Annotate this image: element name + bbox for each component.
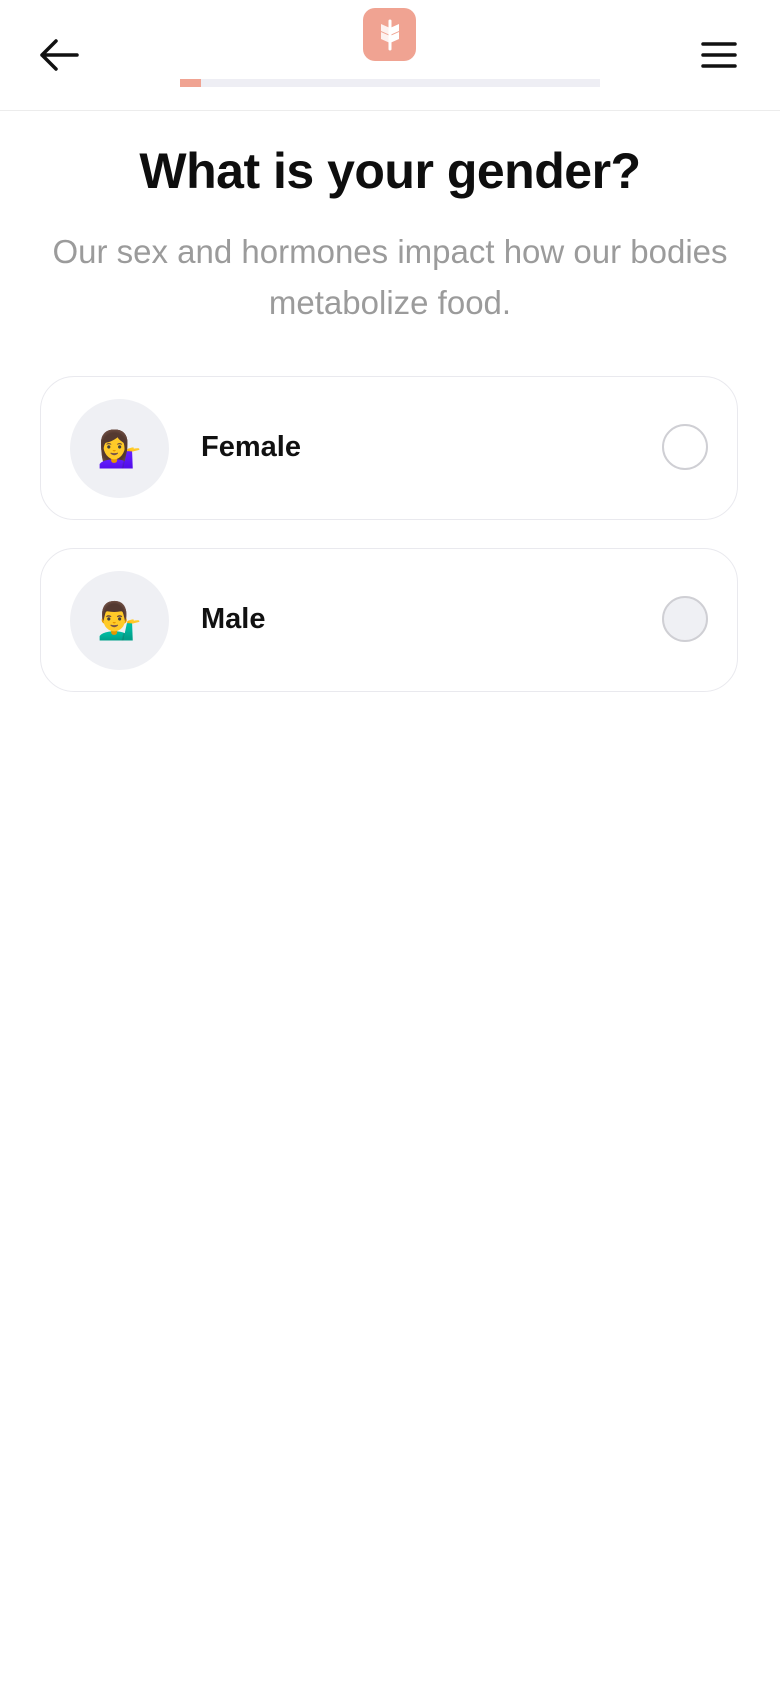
female-radio-button[interactable]: [662, 424, 708, 470]
progress-bar: [180, 79, 600, 87]
option-female[interactable]: 💁‍♀️ Female: [40, 376, 738, 520]
option-male-label: Male: [201, 603, 266, 635]
option-female-label: Female: [201, 431, 301, 463]
hamburger-menu-icon: [701, 42, 737, 68]
male-radio-button[interactable]: [662, 596, 708, 642]
app-logo: [363, 8, 416, 61]
progress-fill: [180, 79, 201, 87]
page-subtitle: Our sex and hormones impact how our bodi…: [52, 233, 728, 321]
top-bar: [0, 0, 780, 111]
back-button[interactable]: [34, 30, 84, 80]
arrow-left-icon: [40, 39, 79, 71]
menu-button[interactable]: [696, 32, 742, 78]
woman-tipping-hand-emoji-icon: 💁‍♀️: [70, 399, 169, 498]
option-male[interactable]: 💁‍♂️ Male: [40, 548, 738, 692]
man-tipping-hand-emoji-icon: 💁‍♂️: [70, 571, 169, 670]
page-title: What is your gender?: [139, 143, 641, 199]
wheat-logo-icon: [380, 19, 399, 50]
